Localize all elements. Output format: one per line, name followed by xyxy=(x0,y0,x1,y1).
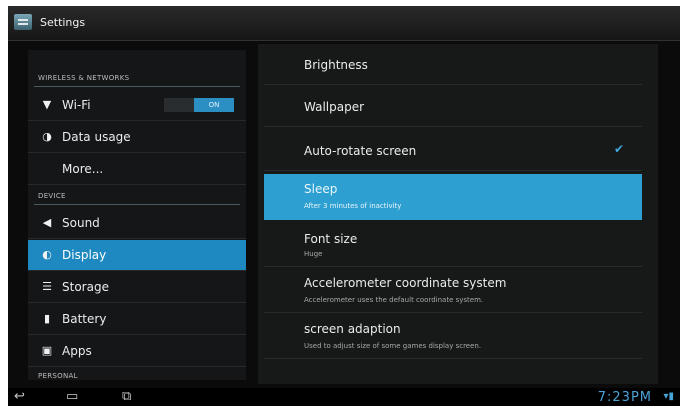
pref-font-size[interactable]: Font size Huge xyxy=(264,224,642,267)
pref-wallpaper-title: Wallpaper xyxy=(304,100,365,114)
header-more[interactable]: More... xyxy=(28,154,246,185)
header-apps-label: Apps xyxy=(62,344,92,358)
pref-accelerometer[interactable]: Accelerometer coordinate system Accelero… xyxy=(264,268,642,313)
category-wireless: WIRELESS & NETWORKS xyxy=(38,74,130,82)
header-storage[interactable]: ☰ Storage xyxy=(28,272,246,303)
pref-auto-rotate[interactable]: Auto-rotate screen ✔ xyxy=(264,128,642,171)
pref-sleep-summary: After 3 minutes of inactivity xyxy=(304,202,402,210)
settings-icon[interactable] xyxy=(14,14,32,30)
pref-accelerometer-title: Accelerometer coordinate system xyxy=(304,276,507,290)
data-usage-icon: ◑ xyxy=(42,130,52,143)
checkmark-icon[interactable]: ✔ xyxy=(614,142,624,156)
pref-font-size-title: Font size xyxy=(304,232,358,246)
pref-wallpaper[interactable]: Wallpaper xyxy=(264,86,642,127)
back-icon[interactable]: ↩ xyxy=(14,389,25,405)
pref-font-size-summary: Huge xyxy=(304,250,323,258)
pref-screen-adaption-title: screen adaption xyxy=(304,322,401,336)
header-display[interactable]: ◐ Display xyxy=(28,240,246,271)
pref-brightness[interactable]: Brightness xyxy=(264,44,642,85)
apps-icon: ▣ xyxy=(41,344,53,357)
recents-icon[interactable]: ⧉ xyxy=(122,389,131,405)
header-battery-label: Battery xyxy=(62,312,107,326)
header-more-label: More... xyxy=(62,162,104,176)
pref-screen-adaption[interactable]: screen adaption Used to adjust size of s… xyxy=(264,314,642,359)
tablet-screen: Settings WIRELESS & NETWORKS ▼ Wi-Fi ON … xyxy=(8,6,680,406)
header-storage-label: Storage xyxy=(62,280,109,294)
action-bar: Settings xyxy=(8,6,680,41)
speaker-icon: ◀ xyxy=(42,216,52,229)
storage-icon: ☰ xyxy=(42,280,52,293)
wifi-signal-icon: ▾▮ xyxy=(663,391,674,402)
system-nav-bar: ↩ ▭ ⧉ 7:23PM ▾▮ xyxy=(8,388,680,406)
category-divider xyxy=(34,204,240,205)
header-display-label: Display xyxy=(62,248,107,262)
category-device: DEVICE xyxy=(38,192,66,200)
header-sound-label: Sound xyxy=(62,216,100,230)
display-preferences-pane: Brightness Wallpaper Auto-rotate screen … xyxy=(258,44,658,384)
display-icon: ◐ xyxy=(42,248,52,261)
wifi-toggle[interactable]: ON xyxy=(164,98,234,112)
category-personal: PERSONAL xyxy=(38,372,78,380)
app-title: Settings xyxy=(40,16,86,29)
pref-sleep-title: Sleep xyxy=(304,182,338,196)
header-apps[interactable]: ▣ Apps xyxy=(28,336,246,367)
pref-brightness-title: Brightness xyxy=(304,58,368,72)
header-wifi[interactable]: ▼ Wi-Fi ON xyxy=(28,90,246,121)
pref-auto-rotate-title: Auto-rotate screen xyxy=(304,144,417,158)
pref-accelerometer-summary: Accelerometer uses the default coordinat… xyxy=(304,296,484,304)
header-battery[interactable]: ▮ Battery xyxy=(28,304,246,335)
home-icon[interactable]: ▭ xyxy=(66,389,78,405)
header-data-usage[interactable]: ◑ Data usage xyxy=(28,122,246,153)
header-sound[interactable]: ◀ Sound xyxy=(28,208,246,239)
settings-headers-pane: WIRELESS & NETWORKS ▼ Wi-Fi ON ◑ Data us… xyxy=(28,50,246,380)
category-divider xyxy=(34,86,240,87)
clock: 7:23PM xyxy=(597,390,652,405)
battery-icon: ▮ xyxy=(43,312,51,325)
header-data-usage-label: Data usage xyxy=(62,130,131,144)
header-wifi-label: Wi-Fi xyxy=(62,98,91,112)
wifi-icon: ▼ xyxy=(42,98,52,111)
pref-screen-adaption-summary: Used to adjust size of some games displa… xyxy=(304,342,482,350)
wifi-toggle-state: ON xyxy=(194,98,234,112)
pref-sleep[interactable]: Sleep After 3 minutes of inactivity xyxy=(264,174,642,220)
